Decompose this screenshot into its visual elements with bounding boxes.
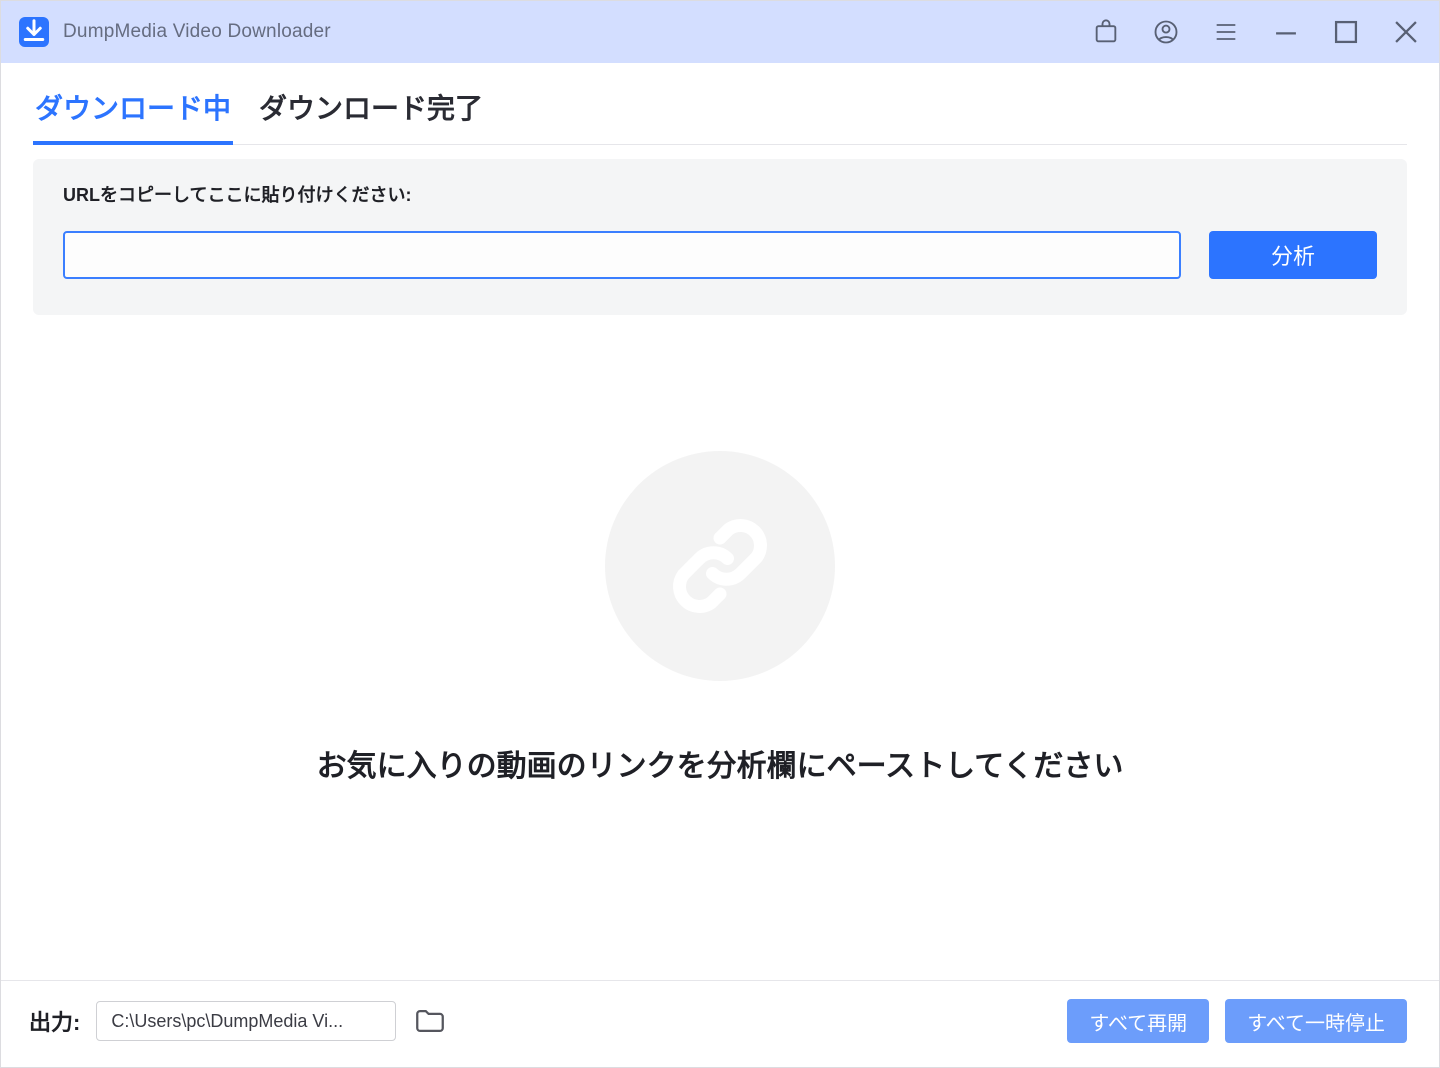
url-input[interactable] <box>63 231 1181 279</box>
titlebar: DumpMedia Video Downloader <box>1 1 1439 63</box>
minimize-button[interactable] <box>1263 9 1309 55</box>
open-folder-button[interactable] <box>412 1003 448 1039</box>
link-icon <box>605 451 835 681</box>
app-window: DumpMedia Video Downloader ダウンロード中 ダウンロー… <box>0 0 1440 1068</box>
maximize-button[interactable] <box>1323 9 1369 55</box>
url-panel: URLをコピーしてここに貼り付けください: 分析 <box>33 159 1407 315</box>
resume-all-button[interactable]: すべて再開 <box>1067 999 1209 1043</box>
tab-bar: ダウンロード中 ダウンロード完了 <box>33 81 1407 145</box>
output-path-text: C:\Users\pc\DumpMedia Vi... <box>111 1011 343 1032</box>
close-button[interactable] <box>1383 9 1429 55</box>
empty-state: お気に入りの動画のリンクを分析欄にペーストしてください <box>33 315 1407 980</box>
menu-icon[interactable] <box>1203 9 1249 55</box>
main-content: ダウンロード中 ダウンロード完了 URLをコピーしてここに貼り付けください: 分… <box>1 63 1439 980</box>
app-logo-icon <box>19 17 49 47</box>
tab-completed[interactable]: ダウンロード完了 <box>257 81 485 144</box>
app-title: DumpMedia Video Downloader <box>63 21 331 43</box>
analyze-button[interactable]: 分析 <box>1209 231 1377 279</box>
pause-all-button[interactable]: すべて一時停止 <box>1225 999 1407 1043</box>
empty-message: お気に入りの動画のリンクを分析欄にペーストしてください <box>317 741 1124 785</box>
url-row: 分析 <box>63 231 1377 279</box>
store-icon[interactable] <box>1083 9 1129 55</box>
tab-downloading[interactable]: ダウンロード中 <box>33 81 233 145</box>
account-icon[interactable] <box>1143 9 1189 55</box>
output-path-box[interactable]: C:\Users\pc\DumpMedia Vi... <box>96 1001 396 1041</box>
url-label: URLをコピーしてここに貼り付けください: <box>63 181 1377 207</box>
footer-bar: 出力: C:\Users\pc\DumpMedia Vi... すべて再開 すべ… <box>1 980 1439 1067</box>
output-label: 出力: <box>29 1005 80 1037</box>
